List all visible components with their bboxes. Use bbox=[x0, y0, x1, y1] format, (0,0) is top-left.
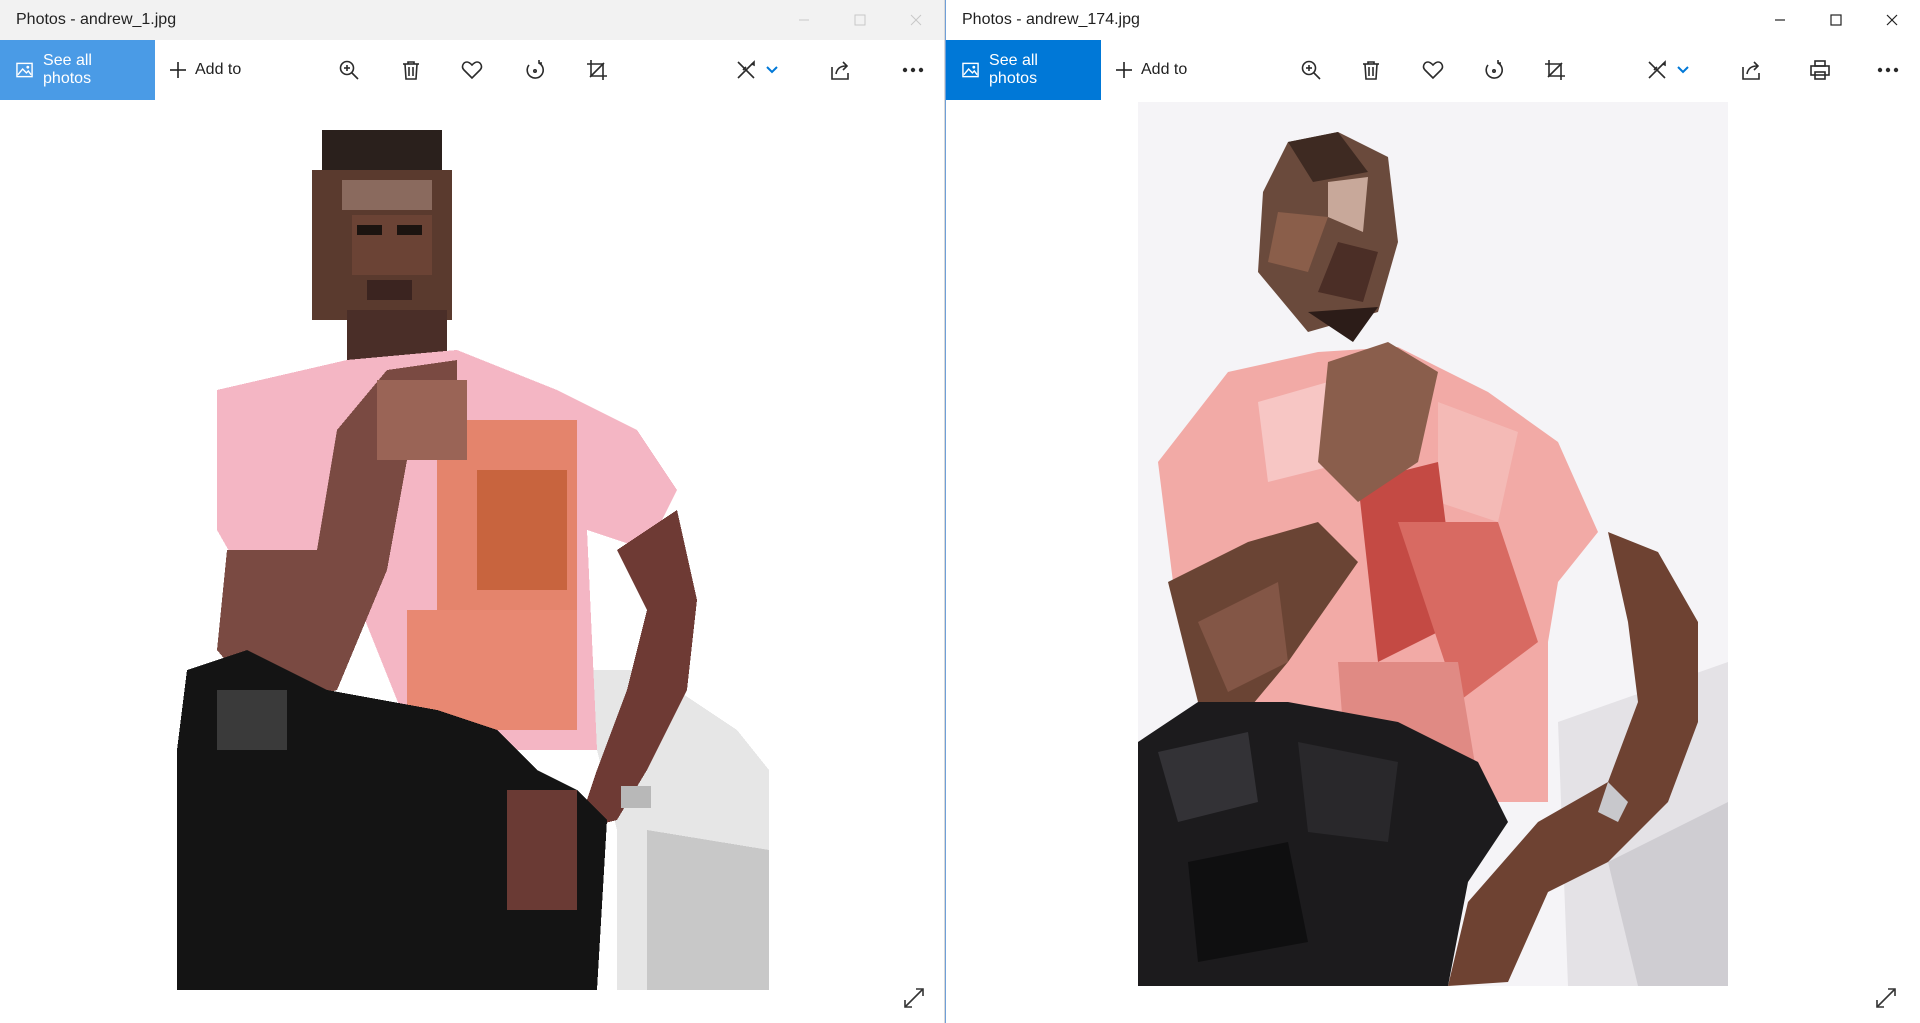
photos-window-right: Photos - andrew_174.jpg See all photos A… bbox=[945, 0, 1920, 1023]
add-to-button[interactable]: Add to bbox=[155, 40, 255, 100]
rotate-button[interactable] bbox=[513, 40, 557, 100]
minimize-icon bbox=[799, 19, 809, 21]
trash-icon bbox=[403, 61, 419, 80]
desktop: Photos - andrew_1.jpg See all photos Add… bbox=[0, 0, 1920, 1023]
add-to-label: Add to bbox=[195, 61, 242, 78]
see-all-photos-label: See all photos bbox=[989, 52, 1038, 87]
add-to-label: Add to bbox=[1141, 61, 1188, 78]
edit-create-dropdown[interactable] bbox=[752, 40, 792, 100]
see-all-photos-label: See all photos bbox=[43, 52, 92, 87]
zoom-in-icon bbox=[1301, 60, 1321, 80]
photo-canvas[interactable] bbox=[0, 100, 944, 1023]
heart-icon bbox=[461, 61, 483, 80]
toolbar: See all photos Add to bbox=[0, 40, 944, 100]
close-button[interactable] bbox=[1864, 0, 1920, 40]
chevron-down-icon bbox=[766, 66, 778, 74]
window-title: Photos - andrew_1.jpg bbox=[16, 11, 177, 28]
trash-icon bbox=[1363, 61, 1379, 80]
title-bar[interactable]: Photos - andrew_1.jpg bbox=[0, 0, 944, 40]
crop-button[interactable] bbox=[1533, 40, 1577, 100]
rotate-icon bbox=[526, 60, 544, 79]
more-icon bbox=[902, 67, 924, 73]
maximize-button[interactable] bbox=[1808, 0, 1864, 40]
share-button[interactable] bbox=[819, 40, 863, 100]
zoom-in-icon bbox=[339, 60, 359, 80]
toolbar: See all photos Add to bbox=[946, 40, 1920, 100]
full-screen-button[interactable] bbox=[896, 980, 932, 1016]
more-button[interactable] bbox=[1866, 40, 1910, 100]
see-all-photos-button[interactable]: See all photos bbox=[946, 40, 1101, 100]
chevron-down-icon bbox=[1677, 66, 1689, 74]
expand-icon bbox=[1876, 988, 1896, 1008]
edit-create-dropdown[interactable] bbox=[1663, 40, 1703, 100]
zoom-button[interactable] bbox=[1289, 40, 1333, 100]
delete-button[interactable] bbox=[1349, 40, 1393, 100]
printer-icon bbox=[1810, 60, 1830, 80]
close-button[interactable] bbox=[888, 0, 944, 40]
favorite-button[interactable] bbox=[450, 40, 494, 100]
photo-image bbox=[177, 130, 769, 990]
minimize-button[interactable] bbox=[1752, 0, 1808, 40]
window-title: Photos - andrew_174.jpg bbox=[962, 11, 1140, 28]
print-button[interactable] bbox=[1798, 40, 1842, 100]
crop-icon bbox=[587, 60, 607, 80]
share-button[interactable] bbox=[1730, 40, 1774, 100]
photos-icon bbox=[962, 62, 979, 78]
see-all-photos-button[interactable]: See all photos bbox=[0, 40, 155, 100]
crop-button[interactable] bbox=[575, 40, 619, 100]
photos-window-left: Photos - andrew_1.jpg See all photos Add… bbox=[0, 0, 945, 1023]
minimize-button[interactable] bbox=[776, 0, 832, 40]
more-button[interactable] bbox=[891, 40, 935, 100]
photo-canvas[interactable] bbox=[946, 100, 1920, 1023]
maximize-icon bbox=[854, 14, 866, 26]
full-screen-button[interactable] bbox=[1868, 980, 1904, 1016]
crop-icon bbox=[1545, 60, 1565, 80]
title-bar[interactable]: Photos - andrew_174.jpg bbox=[946, 0, 1920, 40]
more-icon bbox=[1877, 67, 1899, 73]
close-icon bbox=[910, 14, 922, 26]
expand-icon bbox=[904, 988, 924, 1008]
minimize-icon bbox=[1775, 19, 1785, 21]
plus-icon bbox=[1116, 62, 1132, 78]
zoom-button[interactable] bbox=[327, 40, 371, 100]
close-icon bbox=[1886, 14, 1898, 26]
maximize-icon bbox=[1830, 14, 1842, 26]
share-icon bbox=[1742, 61, 1760, 80]
rotate-button[interactable] bbox=[1472, 40, 1516, 100]
caption-buttons bbox=[1752, 0, 1920, 40]
rotate-icon bbox=[1485, 60, 1503, 79]
heart-icon bbox=[1422, 61, 1444, 80]
share-icon bbox=[831, 61, 849, 80]
photo-image bbox=[1138, 102, 1728, 986]
photos-icon bbox=[16, 62, 33, 78]
caption-buttons bbox=[776, 0, 944, 40]
delete-button[interactable] bbox=[389, 40, 433, 100]
low-poly-portrait-image bbox=[1138, 102, 1728, 986]
favorite-button[interactable] bbox=[1411, 40, 1455, 100]
maximize-button[interactable] bbox=[832, 0, 888, 40]
add-to-button[interactable]: Add to bbox=[1101, 40, 1201, 100]
pixelated-portrait-image bbox=[177, 130, 769, 990]
plus-icon bbox=[170, 62, 186, 78]
